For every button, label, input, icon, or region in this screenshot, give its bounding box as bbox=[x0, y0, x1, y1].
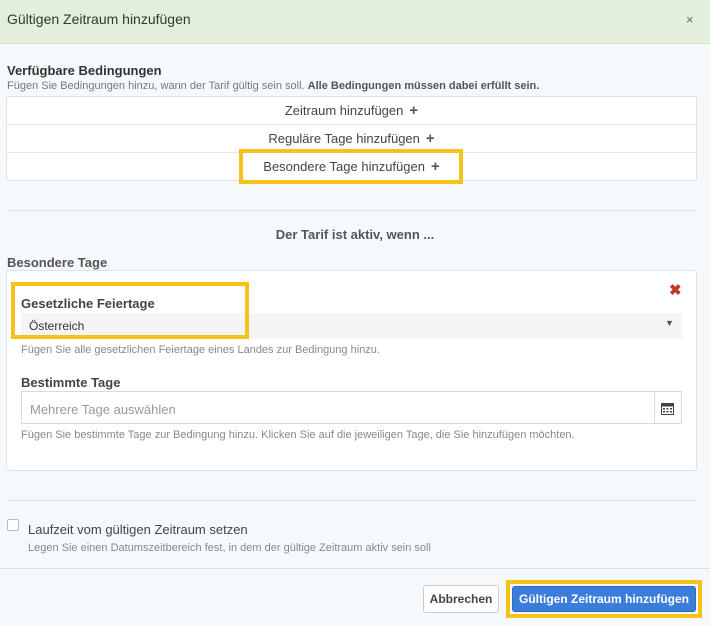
highlight-frame-submit bbox=[506, 580, 702, 618]
highlight-frame-holidays bbox=[11, 282, 249, 339]
holidays-help: Fügen Sie alle gesetzlichen Feiertage ei… bbox=[21, 344, 380, 356]
remove-condition-icon[interactable]: ✖ bbox=[669, 281, 682, 299]
runtime-help: Legen Sie einen Datumszeitbereich fest, … bbox=[28, 542, 431, 554]
calendar-icon bbox=[661, 403, 674, 415]
conditions-title: Verfügbare Bedingungen bbox=[7, 63, 162, 78]
active-title: Der Tarif ist aktiv, wenn ... bbox=[275, 227, 435, 242]
add-period-button[interactable]: Zeitraum hinzufügen + bbox=[7, 97, 696, 125]
plus-icon: + bbox=[409, 102, 419, 119]
runtime-label[interactable]: Laufzeit vom gültigen Zeitraum setzen bbox=[28, 522, 248, 537]
close-icon[interactable]: × bbox=[686, 12, 694, 27]
highlight-frame-special-days bbox=[239, 149, 463, 184]
chevron-down-icon: ▼ bbox=[665, 318, 674, 328]
runtime-checkbox[interactable] bbox=[7, 519, 19, 531]
dialog-title: Gültigen Zeitraum hinzufügen bbox=[7, 11, 191, 27]
cancel-button[interactable]: Abbrechen bbox=[423, 585, 499, 613]
divider bbox=[7, 500, 697, 501]
special-days-title: Besondere Tage bbox=[7, 255, 108, 270]
calendar-button[interactable] bbox=[654, 391, 682, 424]
dialog-header: Gültigen Zeitraum hinzufügen × bbox=[0, 0, 710, 44]
specific-days-label: Bestimmte Tage bbox=[21, 375, 121, 390]
footer-divider bbox=[0, 568, 710, 569]
days-picker-input[interactable]: Mehrere Tage auswählen bbox=[21, 391, 655, 424]
specific-days-help: Fügen Sie bestimmte Tage zur Bedingung h… bbox=[21, 429, 575, 441]
conditions-description: Fügen Sie Bedingungen hinzu, wann der Ta… bbox=[7, 80, 540, 92]
conditions-description-bold: Alle Bedingungen müssen dabei erfüllt se… bbox=[307, 80, 540, 92]
divider bbox=[7, 210, 697, 211]
